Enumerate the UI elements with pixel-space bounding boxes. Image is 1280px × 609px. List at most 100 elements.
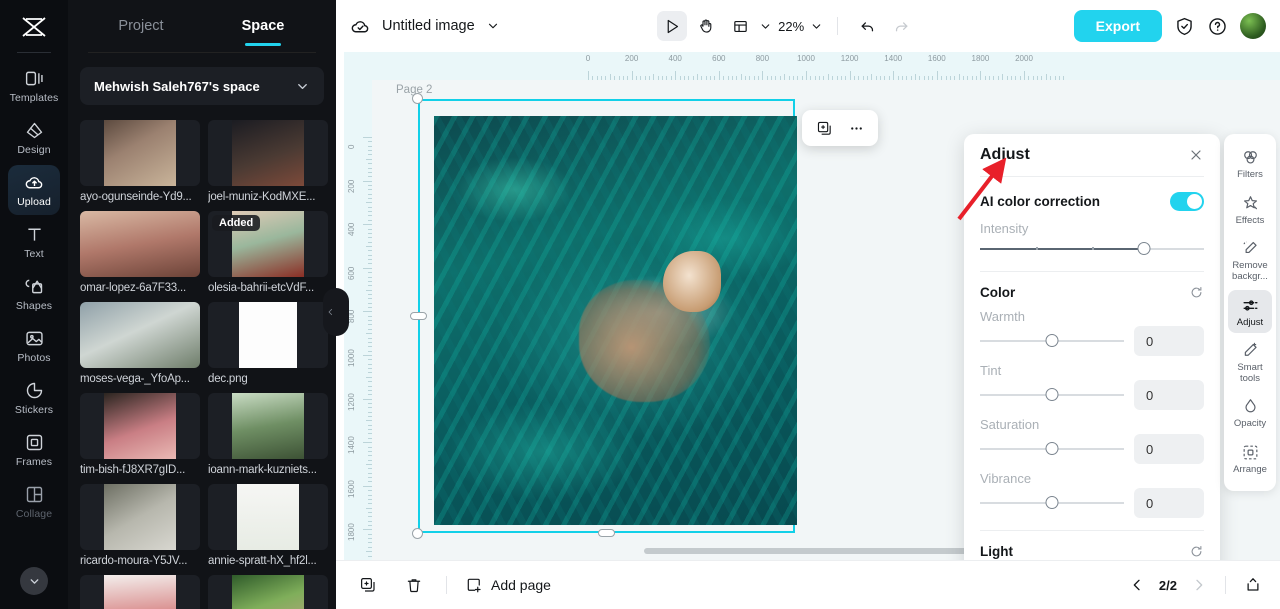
chevron-down-icon[interactable] (486, 19, 500, 33)
sidebar-item-stickers[interactable]: Stickers (8, 373, 60, 423)
delete-page-button[interactable] (400, 571, 428, 599)
export-button[interactable]: Export (1073, 10, 1162, 42)
thumbnail-image[interactable] (80, 302, 200, 368)
redo-button[interactable] (886, 11, 916, 41)
undo-button[interactable] (852, 11, 882, 41)
tab-effects[interactable]: Effects (1228, 188, 1272, 232)
horizontal-scrollbar[interactable] (644, 548, 969, 554)
thumbnail-image[interactable] (80, 120, 200, 186)
hand-tool-button[interactable] (691, 11, 721, 41)
tint-slider[interactable] (980, 382, 1124, 408)
slider-thumb[interactable] (1137, 242, 1151, 255)
tab-smart-tools[interactable]: Smart tools (1228, 335, 1272, 389)
chevron-down-icon[interactable] (810, 20, 823, 33)
warmth-slider[interactable] (980, 328, 1124, 354)
close-icon[interactable] (1188, 147, 1204, 163)
panel-collapse-handle[interactable] (323, 288, 349, 336)
resize-handle-bottom-left[interactable] (412, 528, 423, 539)
page-title: Untitled image (382, 18, 475, 34)
more-options-button[interactable] (842, 114, 870, 142)
list-item[interactable]: joel-muniz-KodMXE... (208, 120, 328, 203)
question-circle-icon[interactable] (1207, 16, 1228, 37)
sidebar-item-design[interactable]: Design (8, 113, 60, 163)
list-item[interactable]: tim-bish-fJ8XR7gID... (80, 393, 200, 476)
thumbnail-image[interactable] (208, 484, 328, 550)
duplicate-page-button[interactable] (354, 571, 382, 599)
ai-color-correction-toggle[interactable] (1170, 192, 1204, 211)
sidebar-item-photos[interactable]: Photos (8, 321, 60, 371)
thumbnail-image[interactable] (80, 211, 200, 277)
tab-arrange[interactable]: Arrange (1228, 437, 1272, 481)
chevron-right-icon[interactable] (1191, 577, 1207, 593)
selected-image-frame[interactable] (410, 93, 797, 539)
thumbnail-image[interactable] (208, 120, 328, 186)
layout-grid-icon (733, 20, 747, 32)
list-item[interactable]: annie-spratt-hX_hf2l... (208, 484, 328, 567)
tab-remove-background[interactable]: Remove backgr... (1228, 233, 1272, 287)
tab-filters[interactable]: Filters (1228, 142, 1272, 186)
tab-space[interactable]: Space (202, 0, 324, 52)
resize-handle-left[interactable] (410, 312, 427, 320)
saturation-slider[interactable] (980, 436, 1124, 462)
vibrance-value-input[interactable]: 0 (1134, 488, 1204, 518)
select-tool-button[interactable] (657, 11, 688, 41)
thumbnail-image[interactable] (80, 393, 200, 459)
vibrance-slider[interactable] (980, 490, 1124, 516)
slider-thumb[interactable] (1045, 496, 1059, 509)
layout-tool-button[interactable] (725, 11, 755, 41)
list-item[interactable]: ayo-ogunseinde-Yd9... (80, 120, 200, 203)
list-item[interactable]: Added olesia-bahrii-etcVdF... (208, 211, 328, 294)
canvas-image[interactable] (434, 116, 797, 525)
thumbnail-image[interactable] (80, 484, 200, 550)
sidebar-item-templates[interactable]: Templates (8, 61, 60, 111)
list-item[interactable]: omar-lopez-6a7F33... (80, 211, 200, 294)
vibrance-control: 0 (964, 486, 1220, 518)
warmth-value-input[interactable]: 0 (1134, 326, 1204, 356)
list-item[interactable]: moses-vega-_YfoAp... (80, 302, 200, 385)
list-item[interactable]: ricardo-moura-Y5JV... (80, 484, 200, 567)
sidebar-item-shapes[interactable]: Shapes (8, 269, 60, 319)
tint-value-input[interactable]: 0 (1134, 380, 1204, 410)
tab-opacity[interactable]: Opacity (1228, 391, 1272, 435)
thumbnail-image[interactable] (80, 575, 200, 609)
thumbnail-caption: ayo-ogunseinde-Yd9... (80, 191, 192, 203)
tab-adjust[interactable]: Adjust (1228, 289, 1272, 334)
export-page-icon[interactable] (1244, 576, 1262, 594)
space-selector[interactable]: Mehwish Saleh767's space (80, 67, 324, 105)
shield-check-icon[interactable] (1174, 16, 1195, 37)
thumbnail-image[interactable] (208, 302, 328, 368)
cursor-arrow-icon (667, 19, 678, 33)
thumbnail-image[interactable]: Added (208, 211, 328, 277)
intensity-slider[interactable] (980, 236, 1204, 262)
sidebar-item-upload[interactable]: Upload (8, 165, 60, 215)
resize-handle-bottom[interactable] (597, 529, 615, 537)
list-item[interactable]: ioann-mark-kuzniets... (208, 393, 328, 476)
slider-thumb[interactable] (1045, 388, 1059, 401)
avatar[interactable] (1240, 13, 1266, 39)
reset-icon[interactable] (1189, 285, 1204, 300)
chevron-down-icon[interactable] (759, 20, 772, 33)
sidebar-item-frames[interactable]: Frames (8, 425, 60, 475)
saturation-value-input[interactable]: 0 (1134, 434, 1204, 464)
capcut-logo-icon[interactable] (14, 10, 54, 44)
cloud-saved-icon (351, 20, 369, 32)
list-item[interactable]: dec.png (208, 302, 328, 385)
list-item[interactable] (208, 575, 328, 609)
thumbnail-image[interactable] (208, 575, 328, 609)
reset-icon[interactable] (1189, 544, 1204, 559)
slider-thumb[interactable] (1045, 334, 1059, 347)
design-icon (24, 120, 45, 141)
duplicate-button[interactable] (810, 114, 838, 142)
thumbnail-image[interactable] (208, 393, 328, 459)
chevron-left-icon[interactable] (1129, 577, 1145, 593)
slider-thumb[interactable] (1045, 442, 1059, 455)
tab-project[interactable]: Project (80, 0, 202, 52)
document-title-menu[interactable]: Untitled image (350, 16, 500, 37)
sidebar-item-text[interactable]: Text (8, 217, 60, 267)
sidebar-item-collage[interactable]: Collage (8, 477, 60, 527)
add-page-button[interactable]: Add page (465, 576, 551, 594)
list-item[interactable] (80, 575, 200, 609)
rail-collapse-button[interactable] (20, 567, 48, 595)
ruler-tick (363, 355, 372, 356)
resize-handle-top-left[interactable] (412, 93, 423, 104)
